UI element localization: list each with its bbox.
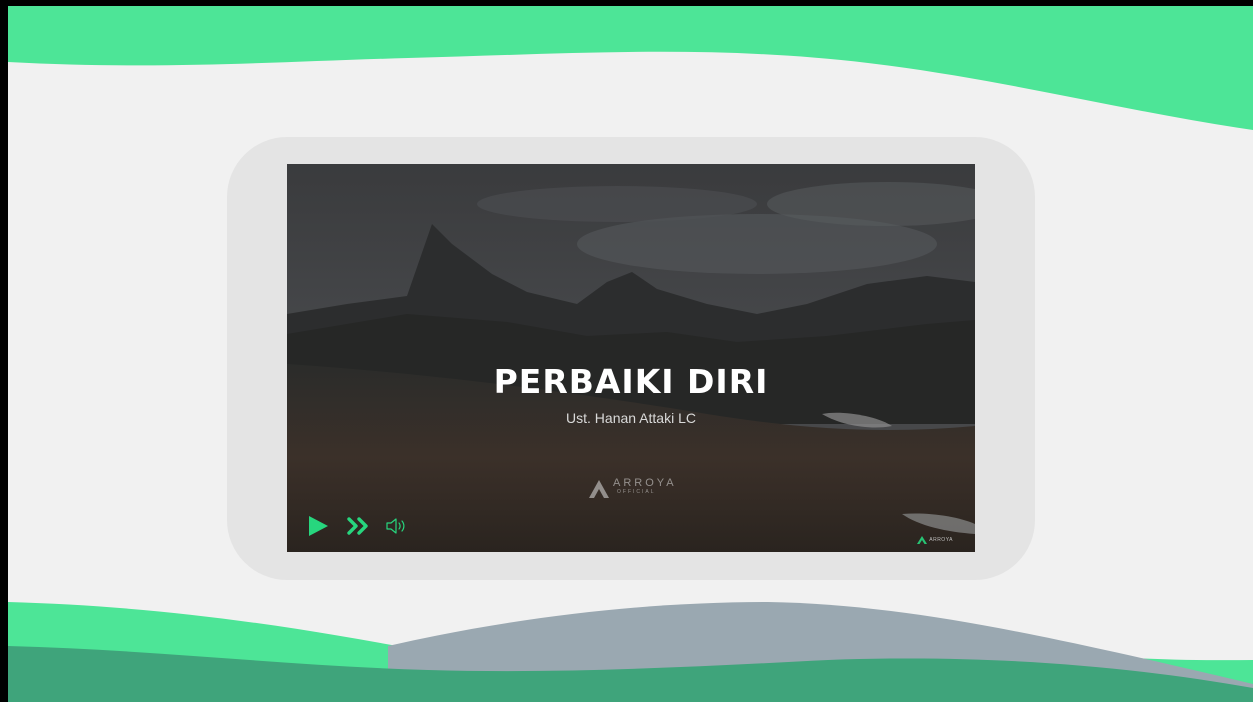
corner-brand-badge: ARROYA (917, 536, 953, 544)
arroya-logo: ARROYA OFFICIAL (587, 477, 677, 503)
volume-icon[interactable] (385, 517, 407, 535)
corner-brand-name: ARROYA (929, 537, 953, 543)
slide-canvas: PERBAIKI DIRI Ust. Hanan Attaki LC ARROY… (8, 6, 1253, 702)
video-title: PERBAIKI DIRI (493, 362, 769, 401)
arroya-logo-icon (589, 480, 609, 498)
video-player[interactable]: PERBAIKI DIRI Ust. Hanan Attaki LC ARROY… (287, 164, 975, 552)
fast-forward-icon[interactable] (347, 517, 371, 535)
corner-logo-icon (917, 536, 928, 544)
video-subtitle: Ust. Hanan Attaki LC (566, 410, 696, 426)
play-icon[interactable] (307, 515, 329, 537)
player-controls (307, 514, 407, 538)
logo-name: ARROYA (613, 477, 677, 489)
logo-sub: OFFICIAL (617, 489, 656, 495)
